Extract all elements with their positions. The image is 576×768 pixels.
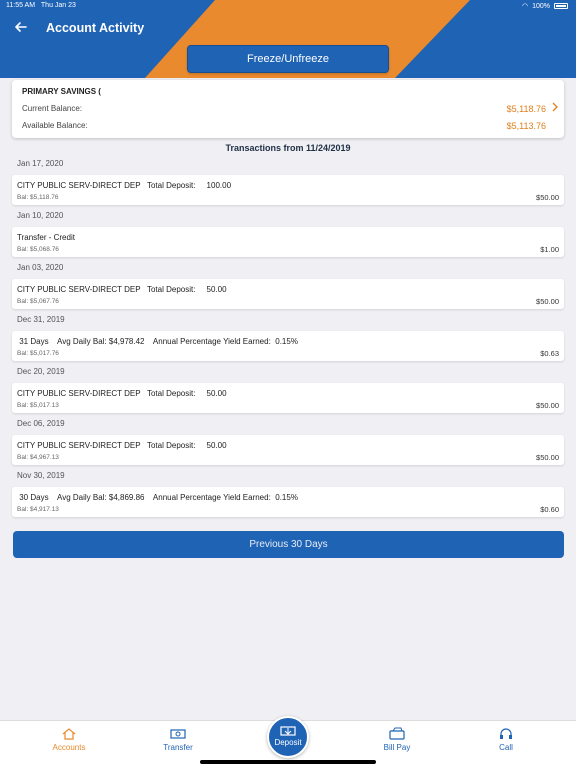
header: 11:55 AM Thu Jan 23 ◠ 100% Account Activ… xyxy=(0,0,576,78)
transaction-amount: $0.63 xyxy=(540,349,559,358)
date-label: Dec 06, 2019 xyxy=(17,419,65,428)
current-balance-label: Current Balance: xyxy=(22,104,83,113)
transaction-balance: Bal: $4,967.13 xyxy=(17,454,59,461)
date-label: Jan 10, 2020 xyxy=(17,211,64,220)
transaction-row[interactable]: Transfer - Credit Bal: $5,068.76 $1.00 xyxy=(12,227,564,257)
transaction-balance: Bal: $5,068.76 xyxy=(17,246,59,253)
transaction-description: CITY PUBLIC SERV-DIRECT DEP Total Deposi… xyxy=(17,285,227,294)
bill-icon xyxy=(389,727,405,740)
tab-transfer[interactable]: Transfer xyxy=(138,727,218,752)
transaction-balance: Bal: $5,017.13 xyxy=(17,402,59,409)
status-time: 11:55 AM Thu Jan 23 xyxy=(6,2,76,9)
page-title: Account Activity xyxy=(46,21,145,35)
transaction-amount: $50.00 xyxy=(536,193,559,202)
tab-bill-pay[interactable]: Bill Pay xyxy=(357,727,437,752)
transaction-description: CITY PUBLIC SERV-DIRECT DEP Total Deposi… xyxy=(17,389,227,398)
transaction-amount: $0.60 xyxy=(540,505,559,514)
tab-deposit[interactable]: Deposit xyxy=(267,716,309,758)
transactions-heading: Transactions from 11/24/2019 xyxy=(225,143,351,153)
cash-icon xyxy=(170,729,186,739)
date-label: Dec 20, 2019 xyxy=(17,367,65,376)
account-summary-card[interactable]: PRIMARY SAVINGS ( Current Balance: $5,11… xyxy=(12,80,564,138)
transaction-amount: $1.00 xyxy=(540,245,559,254)
tab-accounts[interactable]: Accounts xyxy=(29,727,109,752)
transaction-balance: Bal: $5,017.76 xyxy=(17,350,59,357)
status-bar: 11:55 AM Thu Jan 23 ◠ 100% xyxy=(0,2,576,12)
battery-percent: 100% xyxy=(532,2,550,10)
date-label: Dec 31, 2019 xyxy=(17,315,65,324)
transaction-row[interactable]: CITY PUBLIC SERV-DIRECT DEP Total Deposi… xyxy=(12,279,564,309)
chevron-right-icon[interactable] xyxy=(551,102,559,112)
previous-30-days-button[interactable]: Previous 30 Days xyxy=(13,531,564,558)
transaction-row[interactable]: 31 Days Avg Daily Bal: $4,978.42 Annual … xyxy=(12,331,564,361)
available-balance-row: Available Balance: $5,113.76 xyxy=(22,121,546,131)
transaction-description: 31 Days Avg Daily Bal: $4,978.42 Annual … xyxy=(17,337,298,346)
tab-accounts-label: Accounts xyxy=(52,743,86,752)
available-balance-value: $5,113.76 xyxy=(506,121,546,131)
deposit-icon xyxy=(280,726,296,736)
transaction-amount: $50.00 xyxy=(536,401,559,410)
transaction-row[interactable]: CITY PUBLIC SERV-DIRECT DEP Total Deposi… xyxy=(12,383,564,413)
tab-bill-pay-label: Bill Pay xyxy=(383,743,411,752)
current-balance-value: $5,118.76 xyxy=(506,104,546,114)
freeze-unfreeze-button[interactable]: Freeze/Unfreeze xyxy=(187,45,389,73)
transaction-amount: $50.00 xyxy=(536,297,559,306)
current-balance-row: Current Balance: $5,118.76 xyxy=(22,104,546,114)
tab-call-label: Call xyxy=(499,743,513,752)
transaction-description: CITY PUBLIC SERV-DIRECT DEP Total Deposi… xyxy=(17,181,232,190)
date-label: Jan 17, 2020 xyxy=(17,159,64,168)
transaction-balance: Bal: $5,067.76 xyxy=(17,298,59,305)
tab-deposit-label: Deposit xyxy=(274,738,302,747)
back-arrow-icon[interactable] xyxy=(12,18,30,36)
wifi-icon: ◠ xyxy=(521,3,529,10)
tab-transfer-label: Transfer xyxy=(163,743,193,752)
transaction-description: Transfer - Credit xyxy=(17,233,75,242)
transaction-balance: Bal: $5,118.76 xyxy=(17,194,59,201)
date-label: Nov 30, 2019 xyxy=(17,471,65,480)
transaction-amount: $50.00 xyxy=(536,453,559,462)
headset-icon xyxy=(500,728,512,739)
available-balance-label: Available Balance: xyxy=(22,121,88,130)
transaction-row[interactable]: CITY PUBLIC SERV-DIRECT DEP Total Deposi… xyxy=(12,175,564,205)
transaction-description: CITY PUBLIC SERV-DIRECT DEP Total Deposi… xyxy=(17,441,227,450)
transaction-row[interactable]: 30 Days Avg Daily Bal: $4,869.86 Annual … xyxy=(12,487,564,517)
battery-icon xyxy=(554,3,568,9)
transaction-balance: Bal: $4,917.13 xyxy=(17,506,59,513)
date-label: Jan 03, 2020 xyxy=(17,263,64,272)
account-name: PRIMARY SAVINGS ( xyxy=(22,87,101,96)
status-right: ◠ 100% xyxy=(522,2,568,10)
tab-call[interactable]: Call xyxy=(466,727,546,752)
transaction-row[interactable]: CITY PUBLIC SERV-DIRECT DEP Total Deposi… xyxy=(12,435,564,465)
transaction-description: 30 Days Avg Daily Bal: $4,869.86 Annual … xyxy=(17,493,298,502)
home-icon xyxy=(62,728,76,740)
home-indicator xyxy=(200,760,376,764)
